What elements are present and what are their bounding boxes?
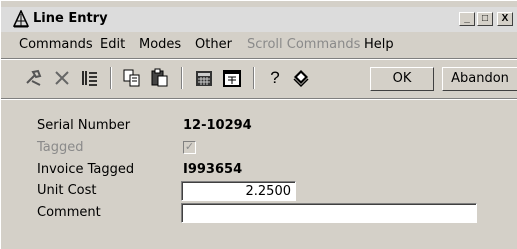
menu-help[interactable]: Help <box>364 37 394 52</box>
app-icon <box>13 10 29 28</box>
menu-bar: Commands Edit Modes Other Scroll Command… <box>1 32 517 56</box>
comment-label: Comment <box>37 205 101 220</box>
tools-icon[interactable] <box>23 67 45 89</box>
menu-commands[interactable]: Commands <box>19 37 93 52</box>
toolbar: ? OK Abandon <box>1 59 517 97</box>
comment-input[interactable] <box>181 203 477 223</box>
line-entry-window: Line Entry _ □ X Commands Edit Modes Oth… <box>0 0 517 249</box>
menu-edit[interactable]: Edit <box>100 37 125 52</box>
window-title: Line Entry <box>33 11 108 26</box>
minimize-button[interactable]: _ <box>459 12 475 26</box>
close-button[interactable]: X <box>497 12 513 26</box>
serial-number-value: 12-10294 <box>183 118 252 133</box>
calculator-icon[interactable] <box>193 67 215 89</box>
menu-scroll-commands[interactable]: Scroll Commands <box>247 37 360 52</box>
serial-number-label: Serial Number <box>37 118 131 133</box>
copy-icon[interactable] <box>121 67 143 89</box>
help-icon[interactable]: ? <box>264 67 286 89</box>
comment-value <box>182 204 476 222</box>
calendar-icon[interactable] <box>221 67 243 89</box>
unit-cost-label: Unit Cost <box>37 183 97 198</box>
abandon-button[interactable]: Abandon <box>442 67 517 91</box>
tagged-label: Tagged <box>37 140 84 155</box>
book-icon[interactable] <box>290 67 312 89</box>
list-icon[interactable] <box>79 67 101 89</box>
tagged-checkbox[interactable]: ✓ <box>183 141 196 154</box>
invoice-tagged-label: Invoice Tagged <box>37 162 135 177</box>
unit-cost-value: 2.2500 <box>182 182 295 200</box>
toolbar-separator <box>181 67 183 89</box>
menu-other[interactable]: Other <box>195 37 232 52</box>
unit-cost-input[interactable]: 2.2500 <box>181 181 296 201</box>
toolbar-separator-line <box>1 98 517 100</box>
toolbar-separator <box>110 67 112 89</box>
menu-modes[interactable]: Modes <box>139 37 181 52</box>
maximize-button[interactable]: □ <box>477 12 493 26</box>
invoice-tagged-value: I993654 <box>183 162 243 177</box>
toolbar-separator <box>253 67 255 89</box>
ok-button[interactable]: OK <box>370 67 434 91</box>
paste-icon[interactable] <box>149 67 171 89</box>
delete-icon[interactable] <box>51 67 73 89</box>
title-bar[interactable]: Line Entry _ □ X <box>1 7 517 32</box>
